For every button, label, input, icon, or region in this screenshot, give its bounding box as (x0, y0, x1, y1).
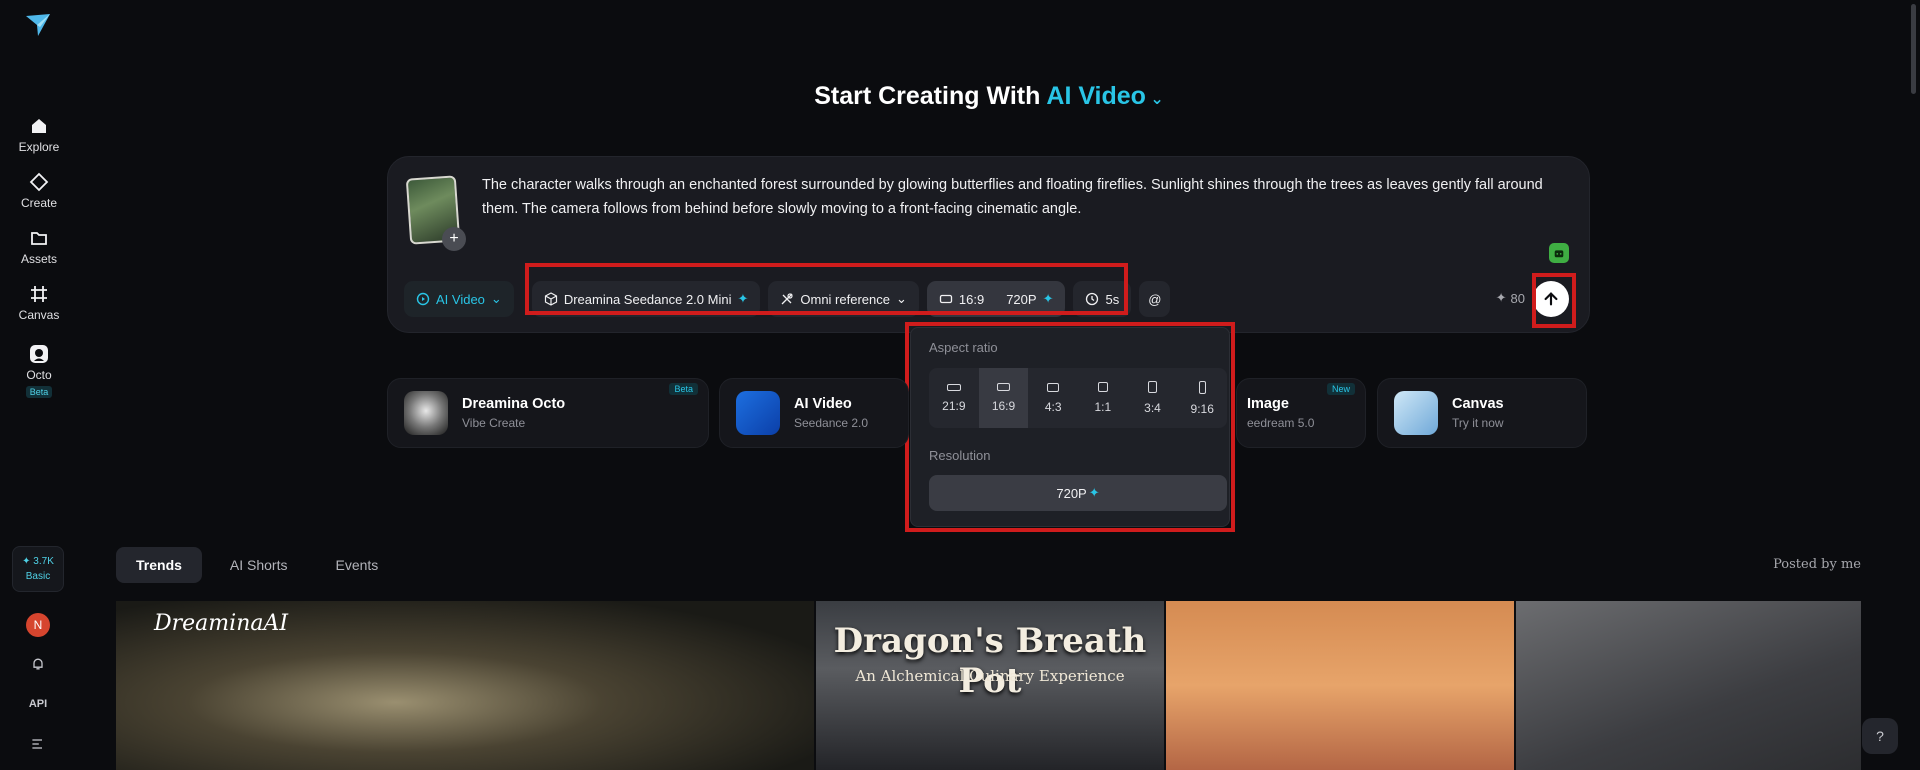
gallery-item-title: Dragon's Breath Pot (833, 621, 1147, 701)
generate-button[interactable] (1533, 281, 1569, 317)
reference-label: Omni reference (800, 291, 890, 307)
home-icon (32, 119, 46, 133)
canvas-icon (31, 286, 47, 302)
ratio-option-3-4[interactable]: 3:4 (1128, 368, 1178, 428)
gallery-grid: DreaminaAI Dragon's Breath Pot An Alchem… (116, 601, 1861, 770)
tab-events[interactable]: Events (316, 547, 399, 583)
mode-label: AI Video (436, 291, 485, 307)
tab-ai-shorts[interactable]: AI Shorts (210, 547, 308, 583)
aspect-ratio-icon (939, 294, 953, 304)
octo-icon (30, 345, 48, 363)
aspect-ratio-heading: Aspect ratio (929, 340, 998, 355)
mention-button[interactable]: @ (1139, 281, 1171, 317)
aspect-resolution-popover: Aspect ratio 21:9 16:9 4:3 1:1 3:4 9:16 … (910, 327, 1230, 527)
chevron-down-icon: ⌄ (1145, 91, 1164, 108)
gallery-item[interactable] (1166, 601, 1514, 770)
ratio-option-16-9[interactable]: 16:9 (978, 368, 1029, 428)
gallery-item[interactable] (1516, 601, 1861, 770)
gallery-item[interactable]: DreaminaAI (116, 601, 814, 770)
duration-label: 5s (1105, 291, 1120, 307)
resolution-option-720p[interactable]: 720P ✦ (929, 475, 1227, 511)
posted-by-filter[interactable]: Posted by me (1773, 557, 1861, 572)
add-reference-button[interactable]: + (442, 227, 466, 251)
feature-card-ai-video[interactable]: AI Video Seedance 2.0 (719, 378, 909, 448)
sidebar-item-explore[interactable]: Explore (0, 116, 78, 154)
page-title: Start Creating With AI Video ⌄ (0, 82, 1920, 111)
sparkle-icon: ✦ (1088, 485, 1100, 500)
cube-icon (544, 292, 557, 306)
clock-icon (1086, 292, 1099, 306)
feature-card-dreamina-octo[interactable]: Dreamina Octo Vibe Create Beta (387, 378, 709, 448)
sidebar-item-label: Canvas (18, 308, 60, 322)
menu-icon[interactable] (28, 734, 48, 754)
mode-switcher[interactable]: AI Video ⌄ (1046, 82, 1163, 110)
model-label: Dreamina Seedance 2.0 Mini (563, 291, 732, 307)
aspect-ratio-options: 21:9 16:9 4:3 1:1 3:4 9:16 (929, 368, 1227, 428)
sidebar-item-label: Create (20, 196, 58, 210)
ratio-option-1-1[interactable]: 1:1 (1078, 368, 1128, 428)
sidebar-item-label: Explore (18, 140, 60, 154)
ratio-option-4-3[interactable]: 4:3 (1028, 368, 1078, 428)
gallery-item-subtitle: An Alchemical Culinary Experience (855, 667, 1125, 685)
duration-selector[interactable]: 5s (1073, 281, 1132, 317)
sparkle-icon: ✦ (1495, 290, 1507, 305)
title-prefix: Start Creating With (814, 82, 1041, 110)
chevron-down-icon: ⌄ (895, 291, 907, 306)
aspect-resolution-selector[interactable]: 16:9 720P ✦ (926, 281, 1066, 317)
gallery-brand-text: DreaminaAI (154, 611, 289, 636)
dreamina-logo-icon[interactable] (24, 10, 52, 38)
tab-trends[interactable]: Trends (116, 547, 202, 583)
folder-icon (31, 232, 47, 245)
sidebar-item-assets[interactable]: Assets (0, 228, 78, 266)
video-mode-icon (416, 292, 430, 306)
ratio-option-21-9[interactable]: 21:9 (929, 368, 979, 428)
resolution-heading: Resolution (929, 448, 991, 463)
ratio-option-9-16[interactable]: 9:16 (1177, 368, 1227, 428)
page-scrollbar[interactable] (1911, 4, 1916, 94)
arrow-up-icon (1544, 292, 1558, 306)
gallery-tabs: Trends AI Shorts Events (116, 547, 398, 583)
sparkle-icon: ✦ (737, 291, 749, 306)
help-icon[interactable]: ? (1862, 718, 1898, 754)
diamond-icon (29, 172, 49, 192)
sparkle-icon: ✦ (1042, 291, 1054, 306)
sidebar-item-canvas[interactable]: Canvas (0, 284, 78, 322)
sidebar-item-label: Octo (26, 368, 52, 382)
model-selector[interactable]: Dreamina Seedance 2.0 Mini ✦ (531, 281, 761, 317)
resolution-label: 720P (1006, 291, 1037, 307)
chevron-down-icon: ⌄ (490, 291, 502, 306)
assistant-bot-icon[interactable] (1549, 243, 1569, 263)
plan-tier: Basic (25, 571, 51, 582)
generation-cost: ✦ 80 (1495, 290, 1525, 306)
reference-selector[interactable]: Omni reference ⌄ (768, 281, 919, 317)
sidebar-item-octo[interactable]: Octo Beta (0, 344, 78, 398)
octo-thumbnail (404, 391, 448, 435)
canvas-thumbnail (1394, 391, 1438, 435)
prompt-composer: + The character walks through an enchant… (387, 156, 1590, 333)
aspect-label: 16:9 (958, 291, 985, 307)
beta-badge: Beta (669, 383, 698, 395)
credits-box[interactable]: ✦ 3.7K Basic (12, 546, 64, 592)
beta-badge: Beta (25, 386, 53, 398)
gallery-item[interactable]: Dragon's Breath Pot An Alchemical Culina… (816, 601, 1164, 770)
api-link[interactable]: API (28, 694, 48, 714)
sidebar: Explore Create Assets Canvas Octo Beta ✦… (0, 0, 78, 770)
avatar[interactable]: N (26, 613, 50, 637)
bell-icon[interactable] (28, 654, 48, 674)
sidebar-item-label: Assets (20, 252, 57, 266)
omni-reference-icon (781, 293, 793, 305)
credits-amount: ✦ 3.7K (22, 556, 54, 567)
sidebar-item-create[interactable]: Create (0, 172, 78, 210)
feature-card-image[interactable]: Image eedream 5.0 New (1236, 378, 1366, 448)
mode-dropdown[interactable]: AI Video ⌄ (404, 281, 514, 317)
feature-card-canvas[interactable]: Canvas Try it now (1377, 378, 1587, 448)
new-badge: New (1326, 383, 1355, 395)
seedance-thumbnail (736, 391, 780, 435)
prompt-input[interactable]: The character walks through an enchanted… (482, 173, 1572, 221)
generation-toolbar: AI Video ⌄ Dreamina Seedance 2.0 Mini ✦ … (404, 281, 1171, 317)
